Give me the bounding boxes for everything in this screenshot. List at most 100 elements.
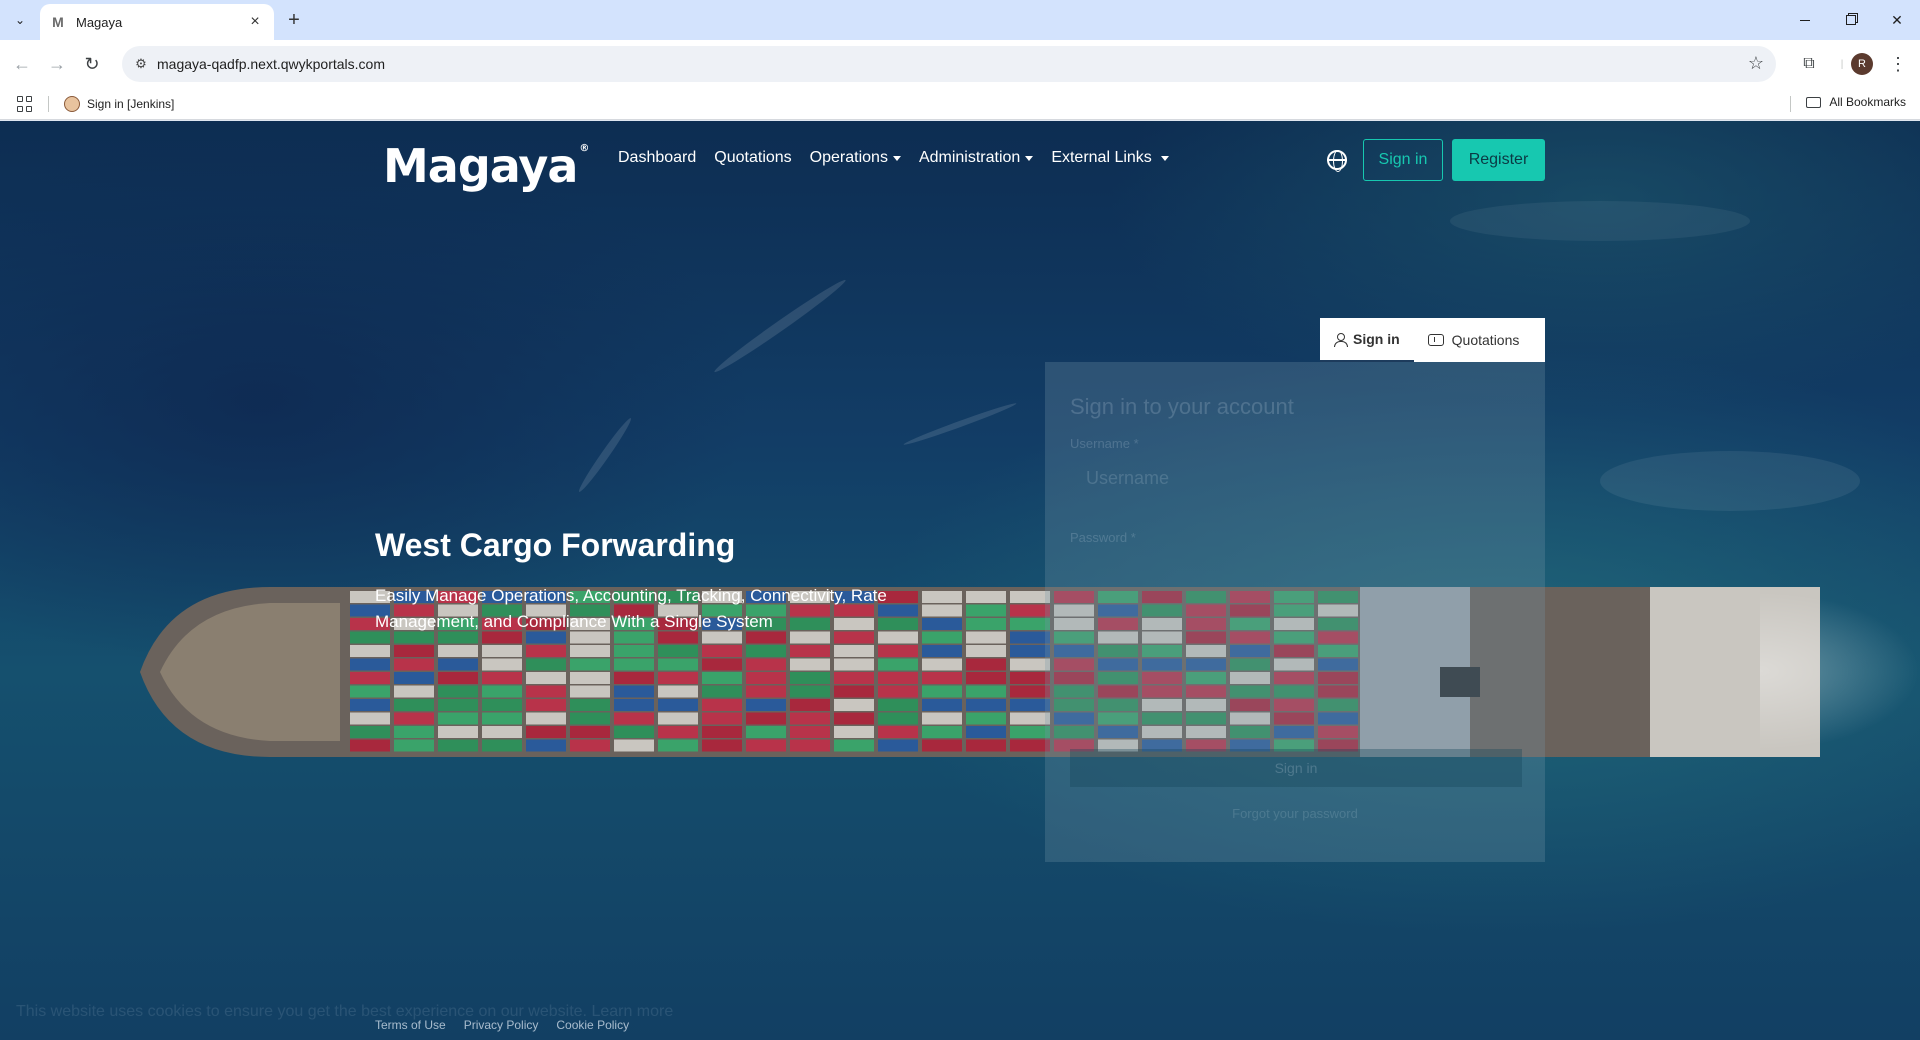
header-register-button[interactable]: Register xyxy=(1452,139,1545,181)
shipping-container xyxy=(526,658,566,671)
shipping-container xyxy=(658,685,698,698)
apps-grid-icon[interactable] xyxy=(17,96,33,112)
url-text[interactable]: magaya-qadfp.next.qwykportals.com xyxy=(157,56,385,72)
shipping-container xyxy=(350,699,390,711)
tab-search-chevron-icon[interactable]: ⌄ xyxy=(8,8,32,32)
shipping-container xyxy=(702,726,742,738)
shipping-container xyxy=(922,631,962,644)
back-arrow-icon[interactable]: ← xyxy=(10,52,34,76)
shipping-container xyxy=(702,712,742,725)
shipping-container xyxy=(614,645,654,657)
shipping-container xyxy=(350,726,390,738)
magaya-logo[interactable]: Magaya ® xyxy=(383,139,589,193)
shipping-container xyxy=(966,604,1006,617)
address-bar[interactable]: ⚙ magaya-qadfp.next.qwykportals.com ☆ xyxy=(122,46,1776,82)
shipping-container xyxy=(350,712,390,725)
bookmark-star-icon[interactable]: ☆ xyxy=(1748,53,1764,74)
nav-operations[interactable]: Operations xyxy=(810,149,901,167)
password-input[interactable] xyxy=(1070,552,1522,592)
shipping-container xyxy=(834,645,874,657)
shipping-container xyxy=(966,685,1006,698)
shipping-container xyxy=(658,739,698,752)
shipping-container xyxy=(878,685,918,698)
all-bookmarks-label: All Bookmarks xyxy=(1829,95,1906,109)
ship-wake xyxy=(1760,591,1920,751)
nav-label: Administration xyxy=(918,149,1021,166)
shipping-container xyxy=(570,699,610,711)
shipping-container xyxy=(614,658,654,671)
shipping-container xyxy=(438,645,478,657)
shipping-container xyxy=(570,658,610,671)
cookie-policy-link[interactable]: Cookie Policy xyxy=(556,1018,629,1032)
language-globe-icon[interactable] xyxy=(1327,150,1347,172)
shipping-container xyxy=(746,739,786,752)
all-bookmarks-button[interactable]: All Bookmarks xyxy=(1806,95,1906,109)
shipping-container xyxy=(702,645,742,657)
shipping-container xyxy=(834,712,874,725)
shipping-container xyxy=(878,658,918,671)
main-nav: Dashboard Quotations Operations Administ… xyxy=(618,149,1169,167)
terms-of-use-link[interactable]: Terms of Use xyxy=(375,1018,446,1032)
minimize-icon[interactable] xyxy=(1782,0,1828,40)
forward-arrow-icon[interactable]: → xyxy=(45,52,69,76)
browser-menu-kebab-icon[interactable]: ⋮ xyxy=(1886,52,1910,76)
shipping-container xyxy=(1010,591,1050,603)
shipping-container xyxy=(1010,672,1050,684)
reload-icon[interactable]: ↻ xyxy=(80,52,104,76)
nav-administration[interactable]: Administration xyxy=(918,149,1034,167)
shipping-container xyxy=(790,658,830,671)
site-info-icon[interactable]: ⚙ xyxy=(132,55,150,73)
username-input[interactable]: Username xyxy=(1070,458,1522,498)
user-icon xyxy=(1334,332,1348,347)
shipping-container xyxy=(614,699,654,711)
shipping-container xyxy=(1010,631,1050,644)
forgot-password-link[interactable]: Forgot your password xyxy=(1045,806,1545,821)
bookmark-jenkins[interactable]: Sign in [Jenkins] xyxy=(64,95,174,113)
shipping-container xyxy=(526,699,566,711)
hero-title: West Cargo Forwarding xyxy=(375,527,736,563)
shipping-container xyxy=(614,739,654,752)
password-label: Password * xyxy=(1070,530,1136,545)
nav-label: External Links xyxy=(1051,149,1152,166)
shipping-container xyxy=(350,739,390,752)
nav-dashboard[interactable]: Dashboard xyxy=(618,149,696,167)
shipping-container xyxy=(526,739,566,752)
tab-label: Quotations xyxy=(1451,332,1520,348)
shipping-container xyxy=(658,658,698,671)
header-signin-button[interactable]: Sign in xyxy=(1363,139,1443,181)
shipping-container xyxy=(394,699,434,711)
close-window-icon[interactable]: ✕ xyxy=(1874,0,1920,40)
nav-label: Dashboard xyxy=(618,149,697,166)
shipping-container xyxy=(922,712,962,725)
nav-external-links[interactable]: External Links xyxy=(1051,149,1169,167)
shipping-container xyxy=(746,685,786,698)
signin-submit-button[interactable]: Sign in xyxy=(1070,749,1522,787)
shipping-container xyxy=(570,739,610,752)
shipping-container xyxy=(482,685,522,698)
shipping-container xyxy=(482,699,522,711)
tab-close-icon[interactable]: × xyxy=(246,13,264,31)
shipping-container xyxy=(790,739,830,752)
shipping-container xyxy=(966,672,1006,684)
profile-avatar[interactable]: R xyxy=(1851,53,1873,75)
shipping-container xyxy=(1010,658,1050,671)
extensions-puzzle-icon[interactable]: ⧉ xyxy=(1797,52,1821,76)
shipping-container xyxy=(922,658,962,671)
tab-sign-in[interactable]: Sign in xyxy=(1320,318,1414,362)
browser-tab[interactable]: M Magaya × xyxy=(40,4,274,40)
wave-streak xyxy=(1450,201,1750,241)
shipping-container xyxy=(790,712,830,725)
new-tab-plus-icon[interactable]: + xyxy=(282,8,306,32)
privacy-policy-link[interactable]: Privacy Policy xyxy=(464,1018,539,1032)
hero-subtitle: Easily Manage Operations, Accounting, Tr… xyxy=(375,586,887,631)
tab-quotations[interactable]: Quotations xyxy=(1414,318,1534,362)
window-controls: ✕ xyxy=(1782,0,1920,40)
shipping-container xyxy=(790,726,830,738)
shipping-container xyxy=(878,672,918,684)
restore-icon[interactable] xyxy=(1828,0,1874,40)
wave-streak xyxy=(575,415,635,495)
nav-quotations[interactable]: Quotations xyxy=(714,149,791,167)
shipping-container xyxy=(482,739,522,752)
username-label: Username * xyxy=(1070,436,1139,451)
shipping-container xyxy=(1010,739,1050,752)
